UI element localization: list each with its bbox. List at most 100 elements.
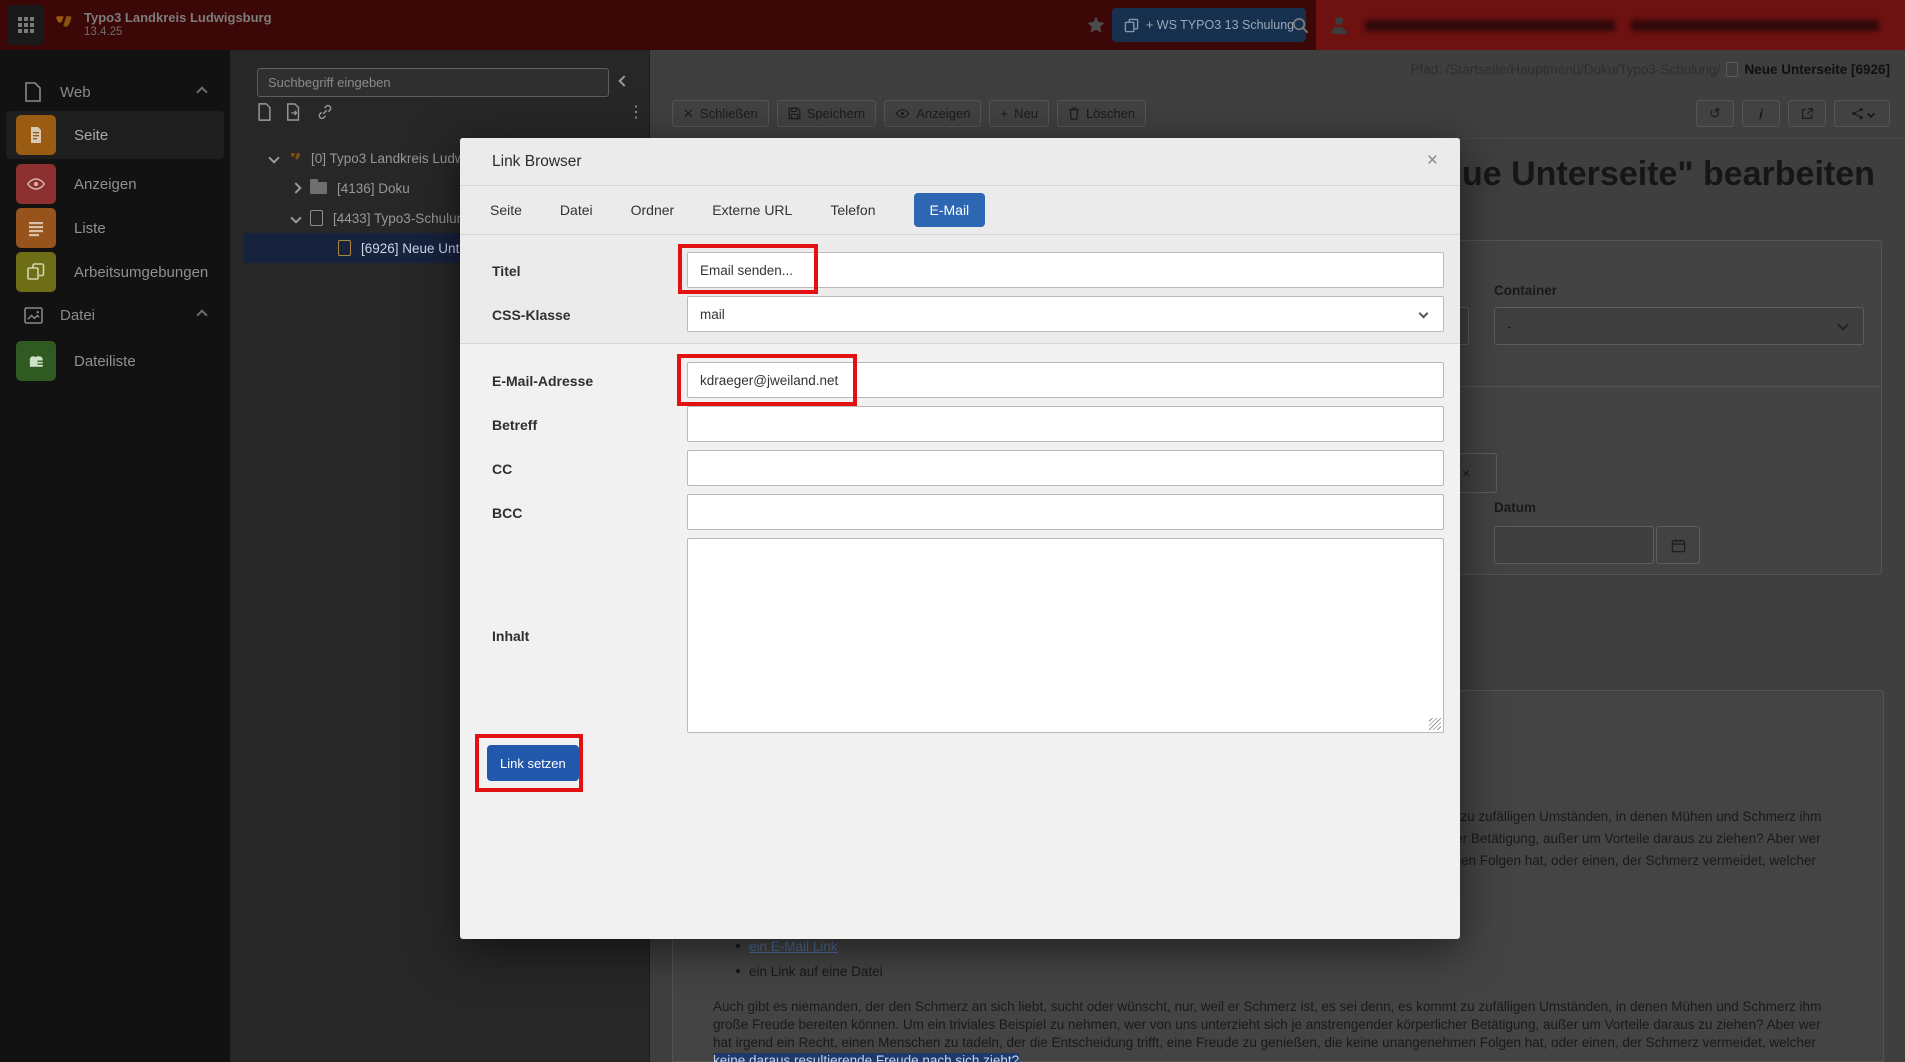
email-link[interactable]: ein E-Mail Link bbox=[749, 939, 838, 954]
container-select[interactable]: - bbox=[1494, 307, 1864, 345]
new-button[interactable]: +Neu bbox=[989, 100, 1048, 127]
sidebar-item-label: Seite bbox=[74, 127, 108, 144]
sidebar-item-label: Dateiliste bbox=[74, 353, 136, 370]
save-disk-icon bbox=[788, 107, 801, 120]
css-klasse-label: CSS-Klasse bbox=[492, 307, 571, 323]
tab-ordner[interactable]: Ordner bbox=[631, 202, 675, 218]
info-icon: i bbox=[1759, 106, 1763, 122]
calendar-button[interactable] bbox=[1656, 526, 1700, 564]
save-button[interactable]: Speichern bbox=[777, 100, 877, 127]
move-page-icon[interactable] bbox=[286, 103, 302, 121]
titel-input[interactable] bbox=[687, 252, 1444, 288]
bookmark-star-icon[interactable] bbox=[1086, 15, 1106, 35]
titel-label: Titel bbox=[492, 263, 521, 279]
page-icon bbox=[310, 210, 323, 226]
preview-bullet-list: ein E-Mail Link ein Link auf eine Datei bbox=[736, 934, 883, 984]
tree-node-label: [0] Typo3 Landkreis Ludwi bbox=[311, 151, 468, 166]
search-icon[interactable] bbox=[1291, 16, 1310, 35]
sidebar-item-anzeigen[interactable]: Anzeigen bbox=[6, 160, 224, 208]
chevron-down-icon bbox=[1419, 309, 1429, 319]
tree-node-label: [4136] Doku bbox=[337, 181, 410, 196]
link-browser-tabs: Seite Datei Ordner Externe URL Telefon E… bbox=[460, 186, 1460, 235]
link-setzen-button[interactable]: Link setzen bbox=[487, 745, 579, 781]
sidebar-item-dateiliste[interactable]: Dateiliste bbox=[6, 337, 224, 385]
chevron-down-icon[interactable] bbox=[268, 152, 279, 163]
plus-icon: + bbox=[1000, 106, 1008, 121]
bcc-input[interactable] bbox=[687, 494, 1444, 530]
link-chain-icon[interactable] bbox=[316, 103, 334, 121]
share-icon bbox=[1851, 107, 1864, 120]
collapse-tree-icon[interactable] bbox=[620, 72, 628, 90]
user-menu[interactable] bbox=[1316, 0, 1905, 50]
chevron-down-icon bbox=[1866, 109, 1874, 117]
docheader-buttons: ✕Schließen Speichern Anzeigen +Neu Lösch… bbox=[672, 100, 1146, 127]
email-adresse-input[interactable] bbox=[687, 362, 1444, 398]
list-module-icon bbox=[16, 208, 56, 248]
sidebar-section-web[interactable]: Web bbox=[0, 80, 230, 104]
tab-datei[interactable]: Datei bbox=[560, 202, 593, 218]
tab-email[interactable]: E-Mail bbox=[914, 193, 986, 227]
delete-button[interactable]: Löschen bbox=[1057, 100, 1146, 127]
tree-node-doku[interactable]: [4136] Doku bbox=[292, 173, 410, 203]
chevron-right-icon[interactable] bbox=[290, 182, 301, 193]
tab-telefon[interactable]: Telefon bbox=[830, 202, 875, 218]
workspace-icon bbox=[1124, 18, 1139, 33]
filelist-module-icon bbox=[16, 341, 56, 381]
eye-icon bbox=[895, 107, 910, 120]
modal-header: Link Browser × bbox=[460, 138, 1460, 186]
workspace-button[interactable]: + WS TYPO3 13 Schulung bbox=[1112, 8, 1306, 42]
workspace-label: + WS TYPO3 13 Schulung bbox=[1146, 18, 1294, 32]
betreff-input[interactable] bbox=[687, 406, 1444, 442]
file-image-icon bbox=[24, 307, 43, 324]
module-grid-button[interactable] bbox=[8, 5, 44, 45]
close-icon: ✕ bbox=[683, 106, 694, 122]
datum-input[interactable] bbox=[1494, 526, 1654, 564]
edit-page-heading: ue Unterseite" bearbeiten bbox=[1462, 155, 1875, 194]
chevron-up-icon[interactable] bbox=[196, 86, 207, 97]
module-sidebar: Web Seite Anzeigen Liste Arbeitsumgebung… bbox=[0, 50, 230, 1062]
tree-menu-kebab-icon[interactable]: ⋮ bbox=[628, 102, 644, 122]
page-icon bbox=[1726, 62, 1738, 77]
bullet-icon bbox=[736, 969, 740, 973]
css-klasse-select[interactable]: mail bbox=[687, 296, 1444, 332]
page-title: Neue Unterseite [6926] bbox=[1744, 62, 1890, 77]
tab-externe-url[interactable]: Externe URL bbox=[712, 202, 792, 218]
cc-label: CC bbox=[492, 461, 512, 477]
link-browser-modal: Link Browser × Seite Datei Ordner Extern… bbox=[460, 138, 1460, 939]
sidebar-section-datei[interactable]: Datei bbox=[0, 303, 230, 327]
sidebar-section-label: Datei bbox=[60, 307, 95, 324]
close-button[interactable]: ✕Schließen bbox=[672, 100, 769, 127]
sidebar-item-arbeitsumgebungen[interactable]: Arbeitsumgebungen bbox=[6, 248, 224, 296]
blurred-username bbox=[1365, 20, 1615, 31]
sidebar-item-label: Arbeitsumgebungen bbox=[74, 264, 208, 281]
view-button[interactable]: Anzeigen bbox=[884, 100, 981, 127]
topbar: Typo3 Landkreis Ludwigsburg 13.4.25 + WS… bbox=[0, 0, 1905, 50]
docheader-icon-buttons: ↺ i bbox=[1696, 100, 1890, 127]
tree-node-root[interactable]: [0] Typo3 Landkreis Ludwi bbox=[270, 143, 468, 173]
external-link-icon bbox=[1801, 107, 1814, 120]
site-title: Typo3 Landkreis Ludwigsburg bbox=[84, 10, 272, 25]
chevron-up-icon[interactable] bbox=[196, 309, 207, 320]
new-page-icon[interactable] bbox=[257, 103, 272, 121]
breadcrumb: Pfad: /Startseite/Hauptmenü/Doku/Typo3-S… bbox=[1411, 62, 1891, 77]
info-button[interactable]: i bbox=[1742, 100, 1780, 127]
inhalt-textarea[interactable] bbox=[687, 538, 1444, 733]
sidebar-item-liste[interactable]: Liste bbox=[6, 204, 224, 252]
chevron-down-icon[interactable] bbox=[290, 212, 301, 223]
tab-seite[interactable]: Seite bbox=[490, 202, 522, 218]
close-icon[interactable]: × bbox=[1427, 150, 1438, 172]
sidebar-item-seite[interactable]: Seite bbox=[6, 111, 224, 159]
sidebar-section-label: Web bbox=[60, 84, 91, 101]
open-external-button[interactable] bbox=[1788, 100, 1826, 127]
resize-handle[interactable] bbox=[1429, 718, 1441, 730]
tree-node-typo3-schulung[interactable]: [4433] Typo3-Schulung bbox=[292, 203, 472, 233]
history-button[interactable]: ↺ bbox=[1696, 100, 1734, 127]
tree-search-input[interactable] bbox=[257, 68, 609, 97]
inhalt-label: Inhalt bbox=[492, 628, 529, 644]
calendar-icon bbox=[1671, 538, 1686, 553]
trash-icon bbox=[1068, 107, 1080, 120]
share-button[interactable] bbox=[1834, 100, 1890, 127]
cc-input[interactable] bbox=[687, 450, 1444, 486]
workspaces-module-icon bbox=[16, 252, 56, 292]
preview-paragraph-bottom: Auch gibt es niemanden, der den Schmerz … bbox=[713, 998, 1837, 1062]
